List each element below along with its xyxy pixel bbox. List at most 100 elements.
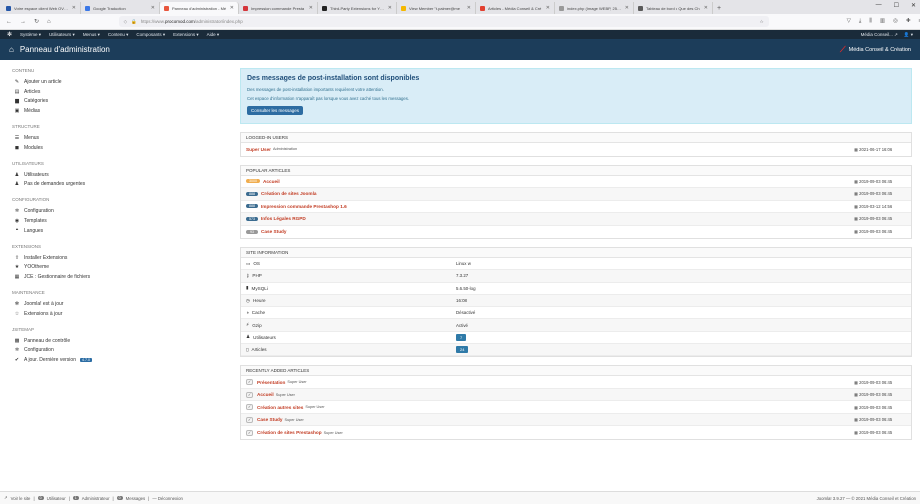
site-info-row: ⚡ Gzip Activé [241, 319, 911, 332]
top-menu-item[interactable]: Menus ▾ [83, 32, 100, 38]
favicon-icon [322, 5, 327, 11]
article-link[interactable]: Création de sites Prestashop [257, 430, 322, 435]
sidebar-item[interactable]: ▤ Articles [12, 87, 227, 97]
published-check-icon[interactable]: ✓ [246, 391, 253, 398]
published-check-icon[interactable]: ✓ [246, 429, 253, 436]
published-check-icon[interactable]: ✓ [246, 416, 253, 423]
reload-icon[interactable]: ↻ [34, 18, 39, 25]
row-date: ▦ 2019-09-03 06:45 [854, 229, 906, 234]
extensions-icon[interactable]: ✚ [906, 18, 911, 25]
joomla-logo-icon[interactable]: ✻ [7, 31, 12, 38]
browser-tab[interactable]: Votre espace client Web OVHcl ✕ [2, 2, 81, 14]
article-link[interactable]: Impression commande Prestashop 1.6 [261, 204, 347, 209]
tab-close-icon[interactable]: ✕ [72, 5, 76, 11]
tab-close-icon[interactable]: ✕ [388, 5, 392, 11]
tab-close-icon[interactable]: ✕ [467, 5, 471, 11]
site-info-value[interactable]: 7 [456, 333, 467, 341]
sidebar-item[interactable]: ▦ JCE : Gestionnaire de fichiers [12, 272, 227, 282]
library-icon[interactable]: ⫼ [869, 18, 872, 25]
published-check-icon[interactable]: ✓ [246, 404, 253, 411]
browser-tab[interactable]: Panneau d'administration - Mé ✕ [160, 2, 239, 14]
page-title: Panneau d'administration [19, 45, 110, 54]
tab-close-icon[interactable]: ✕ [625, 5, 629, 11]
messages-label[interactable]: Messages [126, 496, 146, 501]
back-icon[interactable]: ← [6, 19, 12, 25]
article-author: Super User [305, 405, 325, 410]
top-menu-item[interactable]: Système ▾ [20, 32, 41, 38]
sidebar-item[interactable]: ✻ Joomla! est à jour [12, 299, 227, 309]
alert-line-2: Cet espace d'information n'apparaît pas … [247, 96, 410, 101]
sidebar-item[interactable]: ★ YOOtheme [12, 263, 227, 273]
tab-close-icon[interactable]: ✕ [309, 5, 313, 11]
minimize-icon[interactable]: — [876, 2, 882, 9]
sidebar-item[interactable]: ♟ Pas de demandes urgentes [12, 180, 227, 190]
forward-icon[interactable]: → [20, 19, 26, 25]
article-link[interactable]: Présentation [257, 380, 285, 385]
browser-tab[interactable]: Impression commande Presta ✕ [239, 2, 318, 14]
review-messages-button[interactable]: Consulter les messages [247, 106, 304, 115]
logout-link[interactable]: — Déconnexion [152, 496, 183, 501]
browser-tab[interactable]: Tableau de bord • Que des Ch ✕ [634, 2, 713, 14]
sidebar-item[interactable]: ☆ Extensions à jour [12, 309, 227, 319]
browser-tab[interactable]: Third-Party Extensions for YOO ✕ [318, 2, 397, 14]
close-icon[interactable]: ✕ [911, 2, 916, 9]
visitors-label[interactable]: Utilisateur [47, 496, 66, 501]
tab-title: Tableau de bord • Que des Ch [646, 5, 700, 11]
new-tab-icon[interactable]: + [713, 2, 725, 14]
article-link[interactable]: Création autres sites [257, 405, 303, 410]
top-menu-item[interactable]: Extensions ▾ [173, 32, 199, 38]
sidebar-item[interactable]: ✔ A jour. Dernière version 4.7.0 [12, 355, 227, 365]
user-menu[interactable]: 👤 ▾ [904, 32, 913, 38]
top-menu-item[interactable]: Utilisateurs ▾ [49, 32, 75, 38]
user-link[interactable]: Super User [246, 147, 271, 152]
pocket-icon[interactable]: ▽ [847, 18, 851, 25]
sidebar-item[interactable]: ✎ Ajouter un article [12, 77, 227, 87]
maximize-icon[interactable]: ☐ [894, 2, 899, 9]
browser-tab[interactable]: index.php (Image WEBP, 2560 × ✕ [555, 2, 634, 14]
site-info-value[interactable]: 24 [456, 346, 469, 354]
article-link[interactable]: Accueil [263, 179, 280, 184]
browser-tab[interactable]: Articles - Média Conseil & Cré ✕ [476, 2, 555, 14]
sidebar-item[interactable]: ◉ Templates [12, 216, 227, 226]
tab-close-icon[interactable]: ✕ [230, 5, 234, 11]
sidebar-item[interactable]: ▆ Catégories [12, 97, 227, 107]
sidebar-item[interactable]: ✲ Configuration [12, 206, 227, 216]
top-menu-item[interactable]: Aide ▾ [207, 32, 220, 38]
article-link[interactable]: Case Study [257, 417, 283, 422]
article-link[interactable]: Accueil [257, 392, 274, 397]
sidebar-item[interactable]: ▩ Panneau de contrôle [12, 336, 227, 346]
sidebar-item[interactable]: ▣ Médias [12, 106, 227, 116]
admins-label[interactable]: Administrateur [82, 496, 110, 501]
tab-close-icon[interactable]: ✕ [704, 5, 708, 11]
article-link[interactable]: Case Study [261, 229, 287, 234]
tab-close-icon[interactable]: ✕ [151, 5, 155, 11]
article-link[interactable]: Infos Légales RGPD [261, 216, 306, 221]
article-link[interactable]: Création de sites Joomla [261, 191, 317, 196]
sidebar-item[interactable]: ◼ Modules [12, 143, 227, 153]
account-icon[interactable]: ◎ [893, 18, 898, 25]
site-link[interactable]: Média Conseil... ↗ [861, 32, 898, 38]
sidebar-item[interactable]: ♟ Utilisateurs [12, 170, 227, 180]
sidebar-item[interactable]: ⇪ Installer Extensions [12, 253, 227, 263]
site-info-key-label: Heure [253, 298, 266, 304]
view-site-link[interactable]: Voir le site [11, 496, 31, 501]
sidebar-section: JSITEMAP ▩ Panneau de contrôle ✲ Configurati… [12, 327, 227, 365]
tab-close-icon[interactable]: ✕ [546, 5, 550, 11]
download-icon[interactable]: ⤓ [859, 18, 861, 25]
eye-icon: ◉ [14, 218, 20, 225]
browser-tab[interactable]: View Member "t.palmer@me ✕ [397, 2, 476, 14]
sidebar-icon[interactable]: ▥ [880, 18, 885, 25]
clock-icon: ◷ [246, 297, 251, 303]
top-menu-item[interactable]: Contenu ▾ [108, 32, 129, 38]
bookmark-star-icon[interactable]: ☆ [760, 19, 764, 25]
browser-tab[interactable]: Google Traduction ✕ [81, 2, 160, 14]
url-bar[interactable]: ◇ 🔒 https://www.procomod.com/administrat… [118, 16, 769, 27]
home-icon[interactable]: ⌂ [47, 19, 51, 25]
recent-article-row: ✓ Création autres sites Super User ▦ 2019-0… [241, 401, 911, 414]
top-menu-item[interactable]: Composants ▾ [136, 32, 165, 38]
sidebar-item[interactable]: ❝ Langues [12, 226, 227, 236]
url-path: /administrator/index.php [194, 19, 243, 24]
sidebar-item[interactable]: ✲ Configuration [12, 346, 227, 356]
sidebar-item[interactable]: ☰ Menus [12, 133, 227, 143]
published-check-icon[interactable]: ✓ [246, 379, 253, 386]
